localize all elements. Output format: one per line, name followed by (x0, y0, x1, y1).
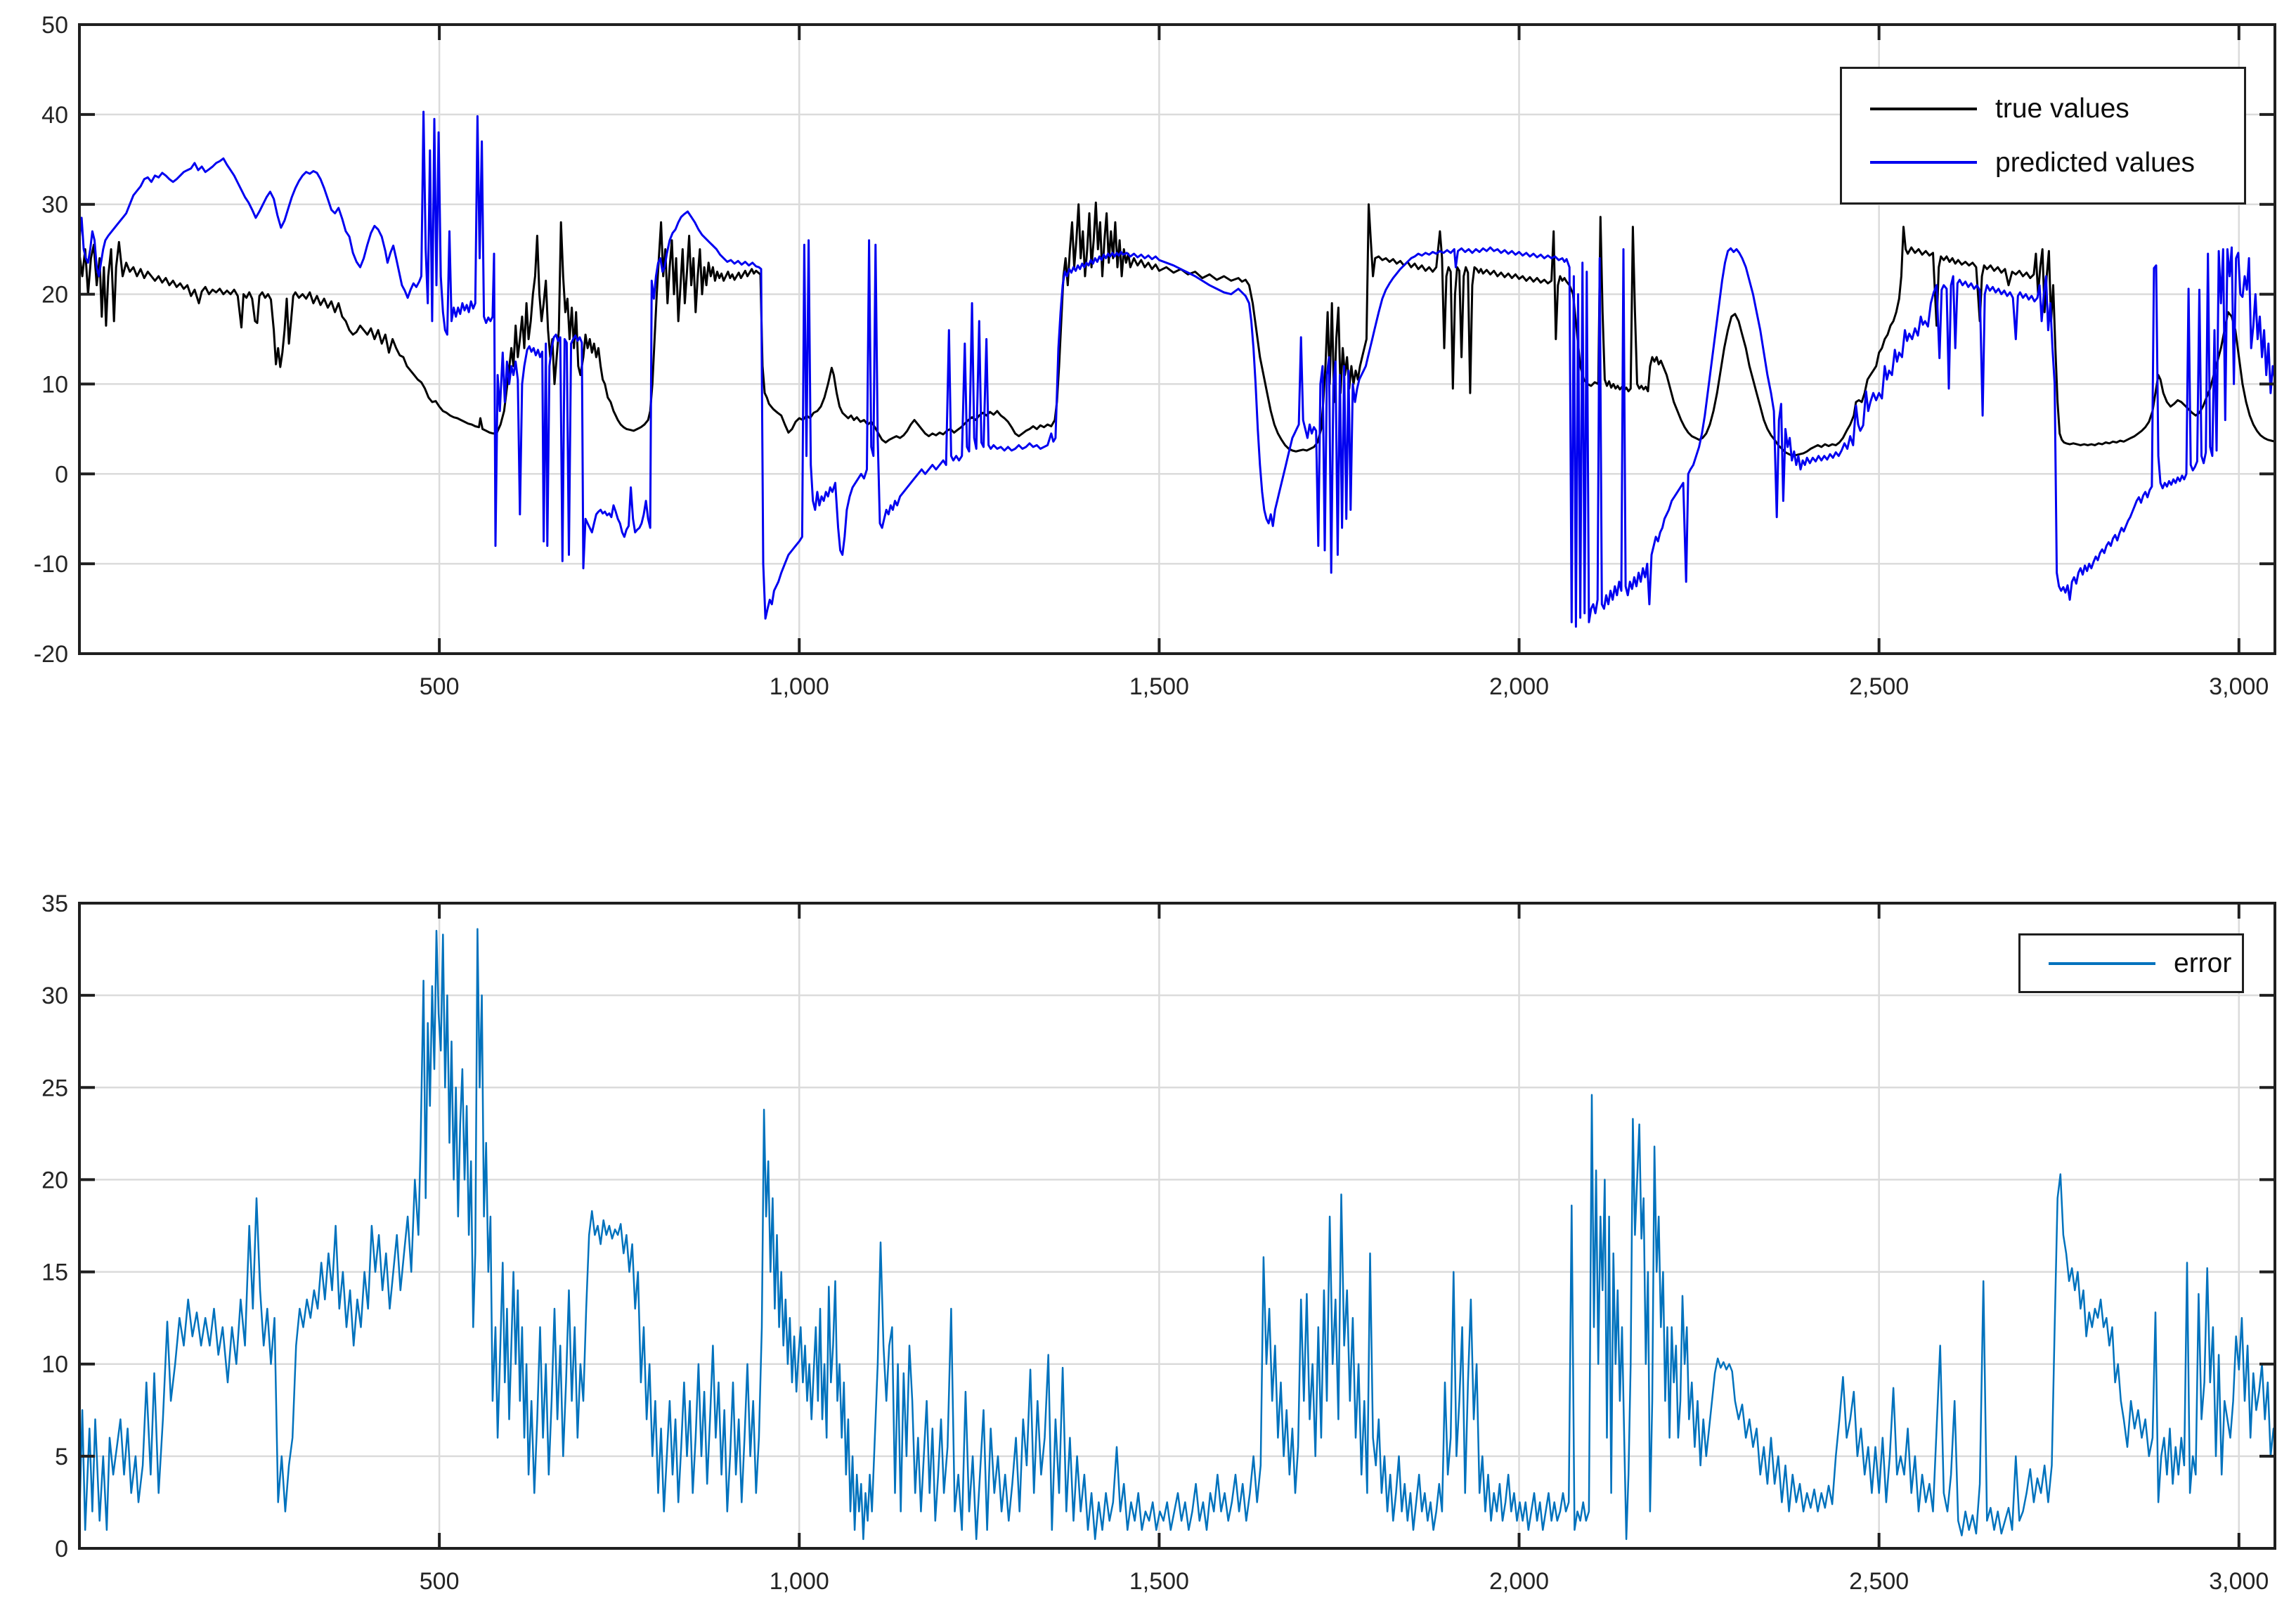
x-tick-label: 3,000 (2209, 1568, 2269, 1595)
x-tick-label: 2,000 (1489, 673, 1549, 700)
legend-entry-predicted-values: predicted values (1842, 149, 2244, 176)
x-tick-label: 2,500 (1849, 673, 1909, 700)
y-tick-label: 10 (41, 371, 68, 398)
top-chart-legend: true values predicted values (1840, 67, 2246, 205)
x-tick-label: 3,000 (2209, 673, 2269, 700)
y-tick-label: 25 (41, 1075, 68, 1101)
series-true-values (79, 202, 2275, 456)
x-tick-label: 1,500 (1129, 1568, 1189, 1595)
plots-canvas: 5001,0001,5002,0002,5003,000-20-10010203… (0, 0, 2296, 1606)
y-tick-label: -20 (34, 641, 68, 668)
x-tick-label: 2,500 (1849, 1568, 1909, 1595)
x-tick-label: 500 (420, 673, 460, 700)
y-tick-label: 5 (55, 1444, 68, 1470)
y-tick-label: 15 (41, 1259, 68, 1286)
x-tick-label: 1,500 (1129, 673, 1189, 700)
predicted-values-line-sample (1870, 161, 1977, 164)
y-tick-label: 30 (41, 192, 68, 219)
y-tick-label: 20 (41, 1167, 68, 1193)
x-tick-label: 1,000 (770, 673, 829, 700)
y-tick-label: 30 (41, 983, 68, 1009)
bottom-chart: 500 1,000 1,500 2,000 2,500 3,000 0 5 10 15 20 25 30… (41, 891, 2275, 1595)
y-tick-label: 0 (55, 1536, 68, 1562)
y-tick-label: 40 (41, 102, 68, 129)
y-tick-label: 50 (41, 12, 68, 39)
true-values-line-sample (1870, 108, 1977, 110)
x-tick-label: 1,000 (770, 1568, 829, 1595)
x-tick-label: 2,000 (1489, 1568, 1549, 1595)
figure: 5001,0001,5002,0002,5003,000-20-10010203… (0, 0, 2296, 1606)
y-tick-label: -10 (34, 551, 68, 578)
x-tick-label: 500 (420, 1568, 460, 1595)
y-tick-label: 0 (55, 461, 68, 488)
legend-entry-true-values: true values (1842, 95, 2244, 122)
y-tick-label: 35 (41, 891, 68, 917)
legend-label-predicted-values: predicted values (1995, 149, 2195, 176)
legend-entry-error: error (2021, 950, 2242, 977)
legend-label-true-values: true values (1995, 95, 2129, 122)
error-line-sample (2049, 962, 2155, 965)
y-tick-label: 20 (41, 282, 68, 309)
legend-label-error: error (2174, 950, 2231, 977)
bottom-chart-legend: error (2018, 933, 2244, 993)
y-tick-label: 10 (41, 1352, 68, 1378)
series-error (79, 929, 2274, 1539)
